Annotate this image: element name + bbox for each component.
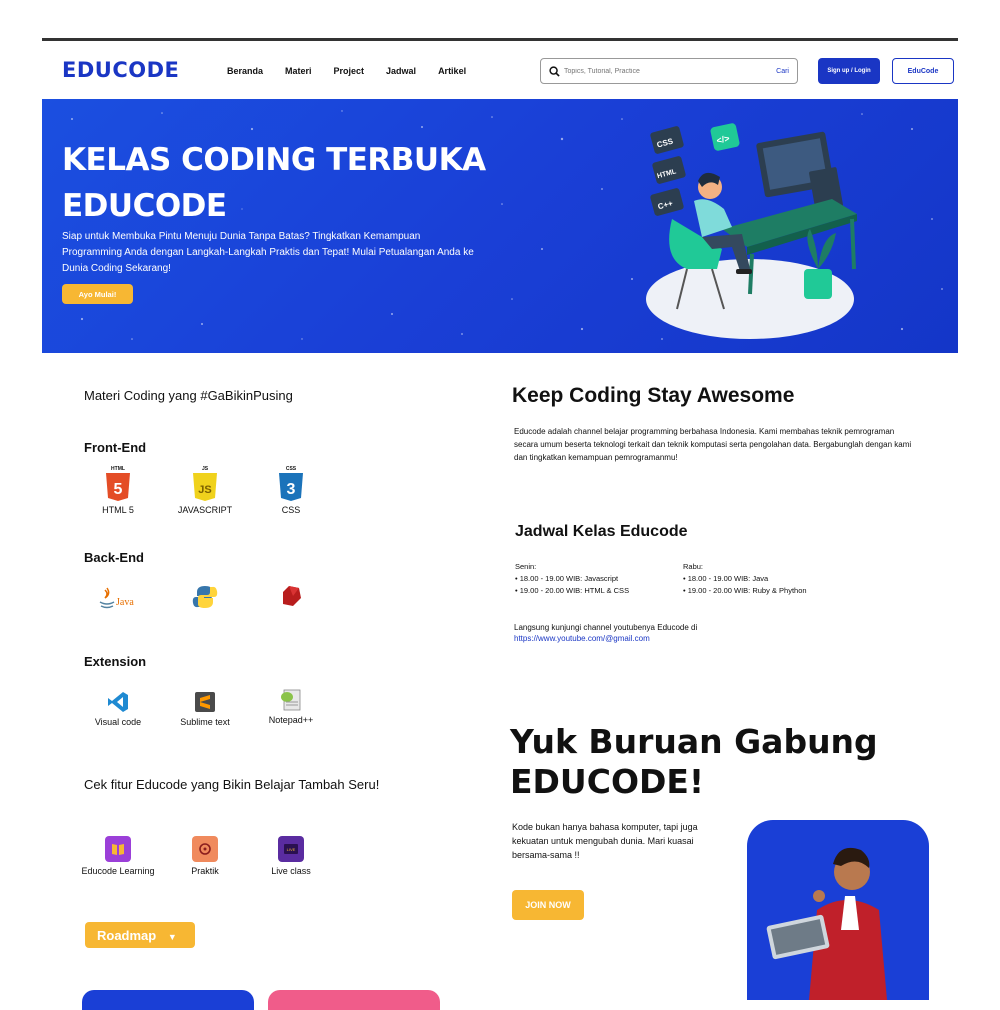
notepadpp-icon bbox=[281, 689, 301, 711]
fitur-educode-learning[interactable]: Educode Learning bbox=[78, 835, 158, 876]
student-photo-card bbox=[747, 820, 929, 1000]
nav-links: Beranda Materi Project Jadwal Artikel bbox=[227, 66, 488, 76]
hero-banner: KELAS CODING TERBUKA EDUCODE Siap untuk … bbox=[42, 99, 958, 353]
svg-text:CSS: CSS bbox=[286, 466, 297, 472]
tech-javascript[interactable]: JS JS JAVASCRIPT bbox=[165, 464, 245, 515]
ruby-icon bbox=[283, 586, 301, 606]
practice-icon bbox=[192, 836, 218, 862]
tech-html5[interactable]: HTML 5 HTML 5 bbox=[78, 464, 158, 515]
roadmap-dropdown[interactable]: Roadmap ▼ bbox=[85, 922, 195, 948]
schedule-senin: Senin: 18.00 - 19.00 WIB: Javascript 19.… bbox=[515, 561, 629, 597]
frontend-heading: Front-End bbox=[84, 440, 147, 455]
tech-notepadpp[interactable]: Notepad++ bbox=[251, 686, 331, 725]
svg-text:Java: Java bbox=[116, 597, 134, 608]
search-icon bbox=[549, 65, 560, 77]
nav-jadwal[interactable]: Jadwal bbox=[386, 66, 416, 76]
tech-label: JAVASCRIPT bbox=[177, 505, 233, 515]
youtube-link[interactable]: https://www.youtube.com/@gmail.com bbox=[514, 634, 650, 643]
fitur-label: Praktik bbox=[191, 866, 219, 876]
bottom-card-pink bbox=[268, 990, 440, 1010]
schedule-item: 18.00 - 19.00 WIB: Javascript bbox=[515, 573, 629, 585]
tech-vscode[interactable]: Visual code bbox=[78, 690, 158, 727]
html5-icon: HTML 5 bbox=[106, 466, 130, 501]
fitur-live-class[interactable]: LIVE Live class bbox=[251, 835, 331, 876]
svg-text:5: 5 bbox=[114, 481, 123, 498]
navbar: EDUCODE Beranda Materi Project Jadwal Ar… bbox=[42, 41, 958, 99]
educode-button[interactable]: EduCode bbox=[892, 58, 954, 84]
about-heading: Keep Coding Stay Awesome bbox=[512, 384, 795, 407]
nav-beranda[interactable]: Beranda bbox=[227, 66, 263, 76]
gabung-heading: Yuk Buruan Gabung EDUCODE! bbox=[510, 722, 878, 801]
logo[interactable]: EDUCODE bbox=[62, 58, 179, 82]
schedule-item: 19.00 - 20.00 WIB: Ruby & Phython bbox=[683, 585, 807, 597]
gabung-text: Kode bukan hanya bahasa komputer, tapi j… bbox=[512, 822, 698, 860]
schedule-day: Senin: bbox=[515, 562, 537, 571]
svg-text:JS: JS bbox=[198, 484, 211, 496]
search-input[interactable] bbox=[564, 67, 777, 75]
login-button[interactable]: Sign up / Login bbox=[818, 58, 880, 84]
join-now-button[interactable]: JOIN NOW bbox=[512, 890, 584, 920]
hero-description: Siap untuk Membuka Pintu Menuju Dunia Ta… bbox=[62, 231, 474, 274]
book-icon bbox=[105, 836, 131, 862]
svg-text:3: 3 bbox=[287, 481, 296, 498]
hero-illustration: CSS HTML C++ </> bbox=[646, 123, 857, 339]
fitur-label: Live class bbox=[271, 866, 311, 876]
nav-project[interactable]: Project bbox=[334, 66, 365, 76]
tech-label: Visual code bbox=[94, 717, 142, 727]
schedule-rabu: Rabu: 18.00 - 19.00 WIB: Java 19.00 - 20… bbox=[683, 561, 807, 597]
css3-icon: CSS 3 bbox=[279, 466, 303, 501]
tech-label: Sublime text bbox=[180, 717, 230, 727]
fitur-praktik[interactable]: Praktik bbox=[165, 835, 245, 876]
fitur-heading: Cek fitur Educode yang Bikin Belajar Tam… bbox=[84, 777, 380, 792]
youtube-info: Langsung kunjungi channel youtubenya Edu… bbox=[514, 622, 697, 644]
tech-python[interactable] bbox=[165, 584, 245, 610]
hero-title: KELAS CODING TERBUKA EDUCODE bbox=[62, 142, 486, 224]
backend-heading: Back-End bbox=[84, 550, 144, 565]
sublime-icon bbox=[195, 692, 215, 712]
svg-text:HTML: HTML bbox=[111, 466, 125, 472]
tech-sublime[interactable]: Sublime text bbox=[165, 690, 245, 727]
extension-heading: Extension bbox=[84, 654, 147, 669]
chevron-down-icon: ▼ bbox=[167, 931, 177, 942]
tech-ruby[interactable] bbox=[251, 584, 331, 608]
youtube-text: Langsung kunjungi channel youtubenya Edu… bbox=[514, 623, 698, 632]
bottom-card-blue bbox=[82, 990, 254, 1010]
fitur-label: Educode Learning bbox=[81, 866, 155, 876]
tech-label: CSS bbox=[281, 505, 301, 515]
python-icon bbox=[192, 586, 218, 608]
tech-css[interactable]: CSS 3 CSS bbox=[251, 464, 331, 515]
jadwal-heading: Jadwal Kelas Educode bbox=[515, 523, 688, 540]
vscode-icon bbox=[108, 692, 128, 712]
roadmap-label: Roadmap bbox=[97, 927, 157, 943]
search-box: Cari bbox=[540, 58, 798, 84]
tech-java[interactable]: Java bbox=[78, 584, 158, 612]
materi-heading: Materi Coding yang #GaBikinPusing bbox=[84, 388, 293, 403]
hero-cta-button[interactable]: Ayo Mulai! bbox=[62, 284, 133, 304]
student-illustration bbox=[766, 847, 887, 1000]
tech-label: HTML 5 bbox=[102, 505, 134, 515]
schedule-item: 18.00 - 19.00 WIB: Java bbox=[683, 573, 807, 585]
nav-materi[interactable]: Materi bbox=[285, 66, 312, 76]
svg-text:LIVE: LIVE bbox=[287, 847, 296, 852]
javascript-icon: JS JS bbox=[193, 466, 217, 501]
tech-label: Notepad++ bbox=[268, 715, 314, 725]
schedule-item: 19.00 - 20.00 WIB: HTML & CSS bbox=[515, 585, 629, 597]
search-button[interactable]: Cari bbox=[776, 68, 789, 75]
live-class-icon: LIVE bbox=[278, 836, 304, 862]
about-text: Educode adalah channel belajar programmi… bbox=[514, 427, 912, 462]
java-icon: Java bbox=[99, 587, 134, 609]
nav-artikel[interactable]: Artikel bbox=[438, 66, 466, 76]
schedule-day: Rabu: bbox=[683, 562, 704, 571]
svg-text:JS: JS bbox=[202, 466, 209, 472]
